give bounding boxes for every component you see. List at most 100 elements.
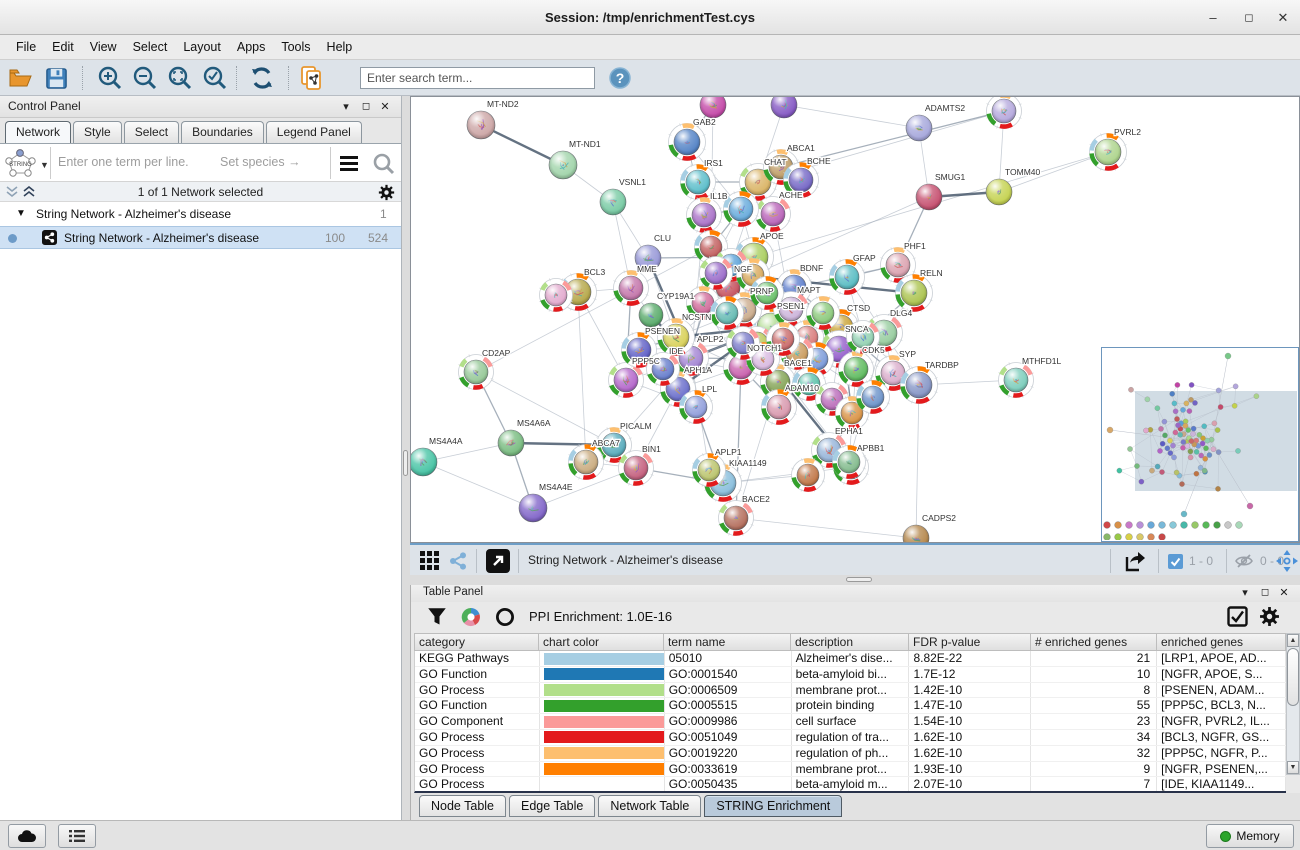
network-node[interactable]	[998, 362, 1033, 397]
float-panel-icon[interactable]: ◻	[1257, 586, 1273, 600]
menu-edit[interactable]: Edit	[44, 38, 82, 56]
table-row[interactable]: GO ProcessGO:0051049regulation of tra...…	[415, 730, 1286, 746]
string-species-hint[interactable]: Set species →	[220, 155, 301, 169]
network-node[interactable]	[906, 115, 932, 141]
network-node[interactable]	[718, 500, 753, 535]
menu-file[interactable]: File	[8, 38, 44, 56]
birds-eye-view[interactable]	[1101, 347, 1299, 542]
network-node[interactable]	[806, 296, 839, 329]
column-header-enriched-genes[interactable]: enriched genes	[1157, 633, 1286, 651]
zoom-out-button[interactable]	[131, 64, 159, 92]
tree-expand-icon[interactable]: ▼	[16, 208, 26, 219]
tab-network-table[interactable]: Network Table	[598, 795, 701, 817]
string-search-icon[interactable]	[372, 152, 396, 176]
network-node[interactable]	[699, 256, 732, 289]
expand-all-icon[interactable]	[22, 186, 36, 198]
close-panel-icon[interactable]: ✕	[377, 100, 393, 114]
column-header-FDR-p-value[interactable]: FDR p-value	[909, 633, 1031, 651]
minimize-button[interactable]: –	[1200, 8, 1226, 28]
filter-icon[interactable]	[427, 607, 447, 627]
network-node[interactable]	[498, 430, 524, 456]
menu-tools[interactable]: Tools	[273, 38, 318, 56]
network-node[interactable]	[618, 450, 653, 485]
network-node[interactable]	[723, 191, 758, 226]
search-input[interactable]	[360, 67, 595, 89]
network-node[interactable]	[903, 525, 929, 543]
table-row[interactable]: GO ProcessGO:0019220regulation of ph...1…	[415, 746, 1286, 762]
network-node[interactable]	[568, 444, 603, 479]
network-node[interactable]	[519, 494, 547, 522]
maximize-button[interactable]: ◻	[1236, 8, 1262, 28]
menu-apps[interactable]: Apps	[229, 38, 274, 56]
open-session-button[interactable]	[6, 64, 34, 92]
network-node[interactable]	[900, 366, 937, 403]
string-logo-icon[interactable]: STRING	[4, 148, 40, 178]
remove-chart-icon[interactable]	[495, 607, 515, 627]
network-node[interactable]	[895, 274, 932, 311]
navigator-icon[interactable]	[1276, 550, 1298, 572]
string-query-placeholder[interactable]: Enter one term per line.	[58, 155, 189, 169]
splitter-handle[interactable]	[403, 450, 408, 476]
network-node[interactable]	[692, 453, 725, 486]
table-row[interactable]: GO ProcessGO:0033619membrane prot...1.93…	[415, 762, 1286, 778]
import-network-button[interactable]	[298, 64, 326, 92]
collapse-all-icon[interactable]	[5, 186, 19, 198]
network-node[interactable]	[467, 111, 495, 139]
string-dropdown-caret[interactable]: ▼	[40, 160, 49, 170]
network-node[interactable]	[856, 380, 889, 413]
export-network-icon[interactable]	[1122, 549, 1146, 573]
chart-settings-icon[interactable]	[461, 607, 481, 627]
share-network-icon[interactable]	[448, 551, 468, 571]
selected-checkbox-icon[interactable]	[1168, 554, 1183, 569]
float-panel-icon[interactable]: ◻	[358, 100, 374, 114]
network-row-selected[interactable]: String Network - Alzheimer's disease 100…	[0, 226, 401, 249]
column-header-category[interactable]: category	[414, 633, 539, 651]
network-node[interactable]	[916, 184, 942, 210]
save-session-button[interactable]	[42, 64, 70, 92]
zoom-fit-button[interactable]	[166, 64, 194, 92]
tab-select[interactable]: Select	[124, 121, 179, 143]
vertical-splitter[interactable]	[402, 96, 410, 820]
panel-menu-icon[interactable]: ▾	[338, 100, 354, 114]
table-row[interactable]: GO ComponentGO:0009986cell surface1.54E-…	[415, 714, 1286, 730]
table-settings-gear-icon[interactable]	[1259, 606, 1280, 627]
network-node[interactable]	[539, 278, 572, 311]
menu-view[interactable]: View	[82, 38, 125, 56]
tab-legend-panel[interactable]: Legend Panel	[266, 121, 362, 143]
string-options-icon[interactable]	[338, 153, 360, 173]
table-row[interactable]: GO FunctionGO:0001540beta-amyloid bi...1…	[415, 667, 1286, 683]
hidden-eye-icon[interactable]	[1234, 553, 1254, 569]
network-options-gear-icon[interactable]	[378, 184, 395, 201]
open-in-window-icon[interactable]	[486, 549, 510, 573]
network-node[interactable]	[639, 303, 663, 327]
network-node[interactable]	[686, 197, 721, 232]
column-header-term-name[interactable]: term name	[664, 633, 791, 651]
network-node[interactable]	[986, 179, 1012, 205]
scroll-thumb[interactable]	[1287, 648, 1299, 706]
column-header--enriched-genes[interactable]: # enriched genes	[1031, 633, 1157, 651]
network-node[interactable]	[755, 196, 790, 231]
table-row[interactable]: GO ProcessGO:0050435beta-amyloid m...2.0…	[415, 777, 1286, 793]
select-terms-icon[interactable]	[1227, 606, 1248, 627]
network-node[interactable]	[458, 354, 493, 389]
memory-button[interactable]: Memory	[1206, 824, 1294, 848]
network-node[interactable]	[411, 448, 437, 476]
overview-viewport[interactable]	[1135, 391, 1297, 491]
help-button[interactable]: ?	[606, 64, 634, 92]
splitter-handle[interactable]	[846, 577, 872, 582]
network-node[interactable]	[710, 296, 743, 329]
menu-layout[interactable]: Layout	[175, 38, 229, 56]
column-header-chart-color[interactable]: chart color	[539, 633, 664, 651]
tab-edge-table[interactable]: Edge Table	[509, 795, 595, 817]
column-header-description[interactable]: description	[791, 633, 909, 651]
panel-menu-icon[interactable]: ▾	[1237, 586, 1253, 600]
network-node[interactable]	[613, 270, 648, 305]
grid-view-icon[interactable]	[420, 551, 440, 571]
network-node[interactable]	[600, 189, 626, 215]
close-panel-icon[interactable]: ✕	[1276, 586, 1292, 600]
table-row[interactable]: KEGG Pathways05010Alzheimer's dise...8.8…	[415, 651, 1286, 667]
scroll-up-icon[interactable]: ▲	[1287, 634, 1299, 647]
network-node[interactable]	[829, 259, 864, 294]
network-node[interactable]	[1089, 133, 1126, 170]
network-node[interactable]	[679, 390, 712, 423]
